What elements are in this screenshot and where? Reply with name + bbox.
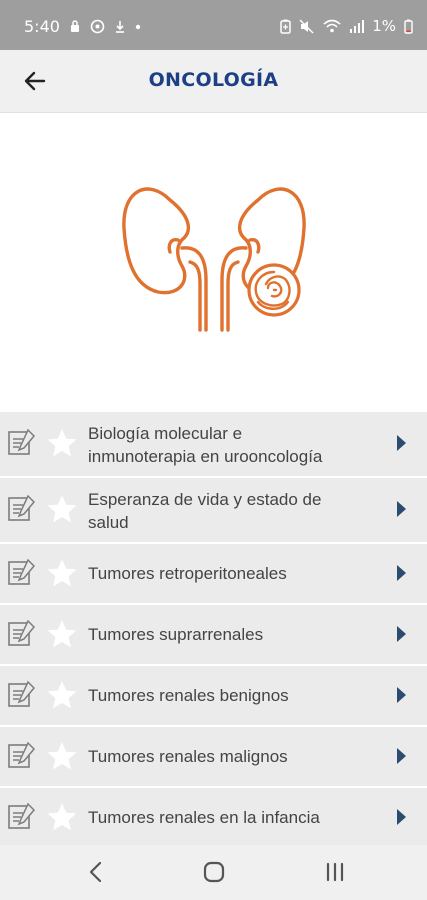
topic-label-line: Biología molecular e — [88, 424, 243, 443]
battery-icon — [404, 19, 413, 34]
status-left: 5:40 — [24, 17, 141, 36]
star-icon[interactable] — [46, 427, 78, 459]
kidney-tumor-icon — [122, 187, 306, 332]
page-title: ONCOLOGÍA — [148, 69, 279, 91]
signal-icon — [350, 20, 365, 33]
tumor-mark — [247, 263, 301, 317]
download-icon — [115, 21, 124, 33]
chevron-right-icon[interactable] — [395, 808, 407, 826]
topic-label: Biología molecular e inmunoterapia en ur… — [88, 422, 387, 468]
hero-section — [0, 114, 427, 410]
list-item[interactable]: Tumores suprarrenales — [0, 603, 427, 664]
list-item[interactable]: Tumores renales benignos — [0, 664, 427, 725]
mute-icon — [299, 18, 314, 34]
notes-icon[interactable] — [6, 802, 38, 832]
notes-icon[interactable] — [6, 680, 38, 710]
list-item[interactable]: Tumores retroperitoneales — [0, 542, 427, 603]
star-icon[interactable] — [46, 740, 78, 772]
topic-label-line: salud — [88, 513, 129, 532]
wifi-icon — [323, 19, 341, 33]
chevron-right-icon[interactable] — [395, 625, 407, 643]
lock-icon — [70, 20, 79, 32]
star-icon[interactable] — [46, 801, 78, 833]
list-item[interactable]: Biología molecular e inmunoterapia en ur… — [0, 410, 427, 476]
chevron-right-icon[interactable] — [395, 747, 407, 765]
star-icon[interactable] — [46, 618, 78, 650]
chevron-right-icon[interactable] — [395, 434, 407, 452]
dot-icon — [135, 24, 141, 29]
status-right: 1% — [280, 17, 413, 35]
star-icon[interactable] — [46, 679, 78, 711]
topic-label-line: Esperanza de vida y estado de — [88, 490, 322, 509]
topic-label: Tumores retroperitoneales — [88, 564, 287, 583]
topic-label: Tumores suprarrenales — [88, 625, 264, 644]
star-icon[interactable] — [46, 493, 78, 525]
topic-list: Biología molecular e inmunoterapia en ur… — [0, 410, 427, 845]
status-bar: 5:40 1% — [0, 0, 427, 50]
list-item[interactable]: Esperanza de vida y estado de salud — [0, 476, 427, 542]
battery-saver-icon — [280, 19, 291, 34]
notes-icon[interactable] — [6, 558, 38, 588]
back-icon[interactable] — [82, 859, 112, 885]
system-nav-bar — [0, 845, 427, 900]
chevron-right-icon[interactable] — [395, 686, 407, 704]
topic-label-line: inmunoterapia en urooncología — [88, 447, 323, 466]
topic-label: Tumores renales malignos — [88, 747, 288, 766]
notes-icon[interactable] — [6, 619, 38, 649]
status-time: 5:40 — [24, 17, 60, 36]
topic-label: Tumores renales benignos — [88, 686, 289, 705]
topic-label: Tumores renales en la infancia — [88, 808, 320, 827]
app-bar: ONCOLOGÍA — [0, 50, 427, 113]
home-icon[interactable] — [199, 859, 229, 885]
notes-icon[interactable] — [6, 741, 38, 771]
battery-percent: 1% — [372, 17, 396, 35]
topic-label: Esperanza de vida y estado de salud — [88, 488, 387, 534]
notes-icon[interactable] — [6, 494, 38, 524]
notes-icon[interactable] — [6, 428, 38, 458]
chevron-right-icon[interactable] — [395, 500, 407, 518]
list-item[interactable]: Tumores renales malignos — [0, 725, 427, 786]
recents-icon[interactable] — [320, 859, 350, 885]
whatsapp-icon — [90, 19, 105, 34]
chevron-right-icon[interactable] — [395, 564, 407, 582]
star-icon[interactable] — [46, 557, 78, 589]
list-item[interactable]: Tumores renales en la infancia — [0, 786, 427, 845]
